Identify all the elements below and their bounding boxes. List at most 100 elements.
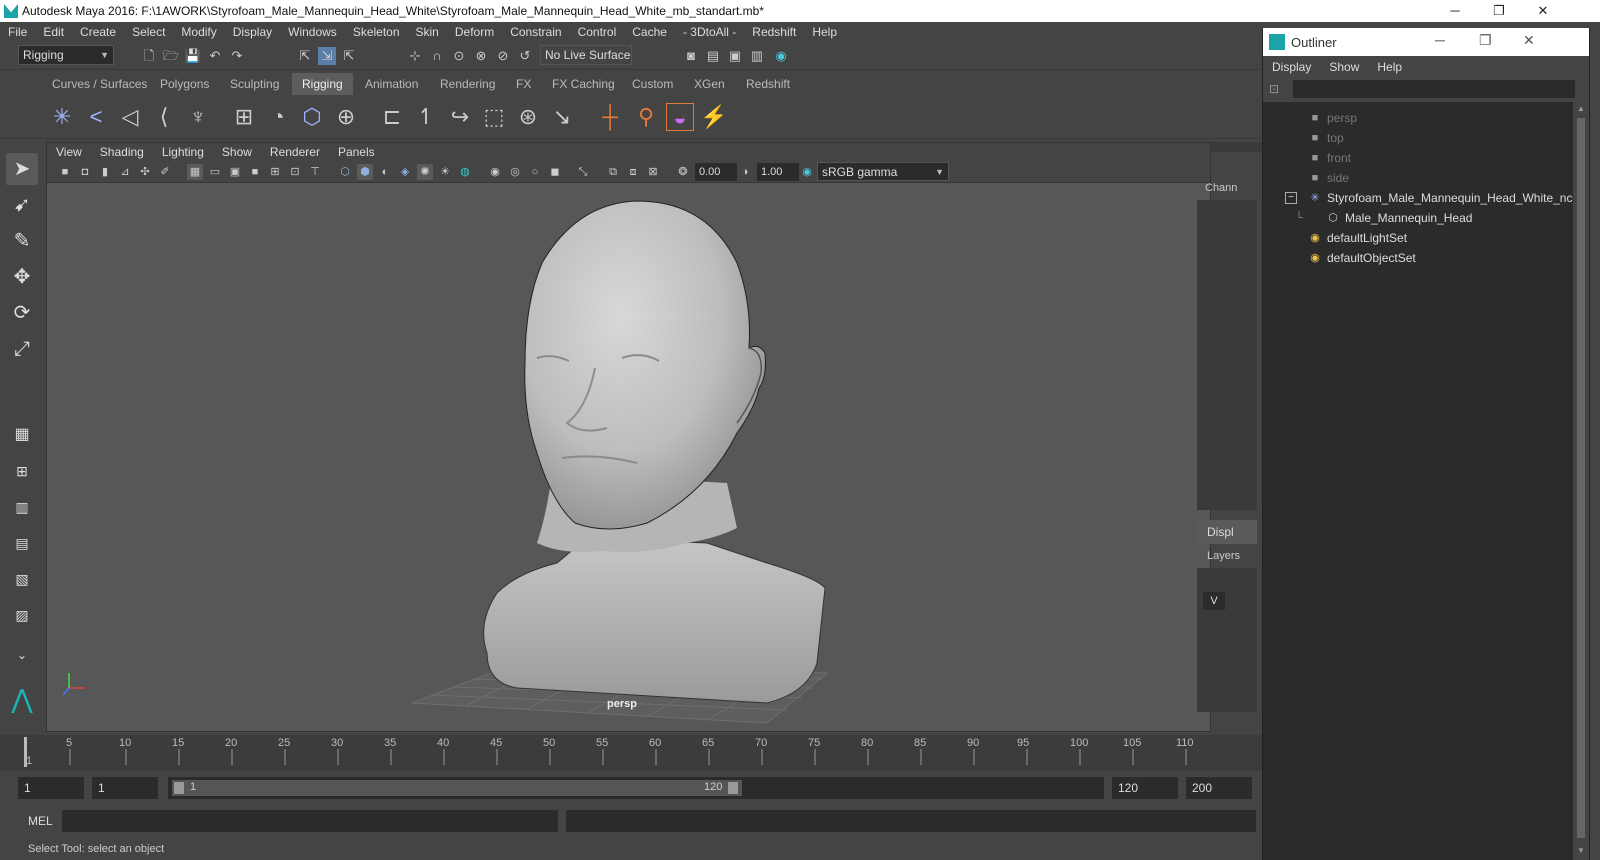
viewport-menu-panels[interactable]: Panels <box>329 145 384 159</box>
list-item[interactable]: └ ⬡ Male_Mannequin_Head <box>1263 208 1573 228</box>
move-tool-icon[interactable]: ✥ <box>6 261 38 293</box>
list-item[interactable]: ◉ defaultLightSet <box>1263 228 1573 248</box>
outliner-menu-show[interactable]: Show <box>1320 60 1368 74</box>
playback-start-field[interactable]: 1 <box>92 777 158 799</box>
wireframe-icon[interactable]: ⬡ <box>337 164 353 180</box>
joint-tool-icon[interactable]: ✳ <box>48 103 76 131</box>
close-button[interactable]: ✕ <box>1520 0 1566 22</box>
list-item[interactable]: − ✳ Styrofoam_Male_Mannequin_Head_White_… <box>1263 188 1573 208</box>
lasso-tool-icon[interactable]: ➹ <box>6 189 38 221</box>
tab-animation[interactable]: Animation <box>355 73 428 95</box>
isolate-select-icon[interactable]: ◉ <box>487 164 503 180</box>
open-scene-icon[interactable]: 🗁 <box>162 47 180 65</box>
new-scene-icon[interactable]: 🗋 <box>140 47 158 65</box>
scroll-down-icon[interactable]: ▼ <box>1577 846 1585 855</box>
grease-pencil-icon[interactable]: ✐ <box>157 164 173 180</box>
tab-polygons[interactable]: Polygons <box>150 73 219 95</box>
outliner-search-input[interactable] <box>1293 80 1575 98</box>
tab-sculpting[interactable]: Sculpting <box>220 73 289 95</box>
tab-fx-caching[interactable]: FX Caching <box>542 73 625 95</box>
snap-curve-icon[interactable]: ∩ <box>428 47 446 65</box>
restore-button[interactable]: ❐ <box>1476 0 1522 22</box>
depth-of-field-icon[interactable]: ⊠ <box>645 164 661 180</box>
mel-input[interactable] <box>62 810 558 832</box>
paint-weights-icon[interactable]: ◔ <box>264 103 292 131</box>
range-bar[interactable] <box>172 780 742 796</box>
scale-constraint-icon[interactable]: ⬚ <box>480 103 508 131</box>
layout-more-icon[interactable]: ⌄ <box>6 639 38 671</box>
menu-edit[interactable]: Edit <box>35 25 72 39</box>
xray-icon[interactable]: ◎ <box>507 164 523 180</box>
graph-layout-icon[interactable]: ▤ <box>6 527 38 559</box>
ik-handle-icon[interactable]: ⟨ <box>150 103 178 131</box>
viewport-panel[interactable]: View Shading Lighting Show Renderer Pane… <box>46 142 1211 732</box>
select-component-icon[interactable]: ⇱ <box>340 47 358 65</box>
range-track[interactable]: 1 120 <box>168 777 1104 799</box>
3dtoall-icon[interactable]: ◒ <box>666 103 694 131</box>
render-frame-icon[interactable]: ▤ <box>704 47 722 65</box>
snap-point-icon[interactable]: ⊙ <box>450 47 468 65</box>
mannequin-head-model[interactable] <box>483 200 826 704</box>
snap-grid-icon[interactable]: ⊹ <box>406 47 424 65</box>
minimize-button[interactable]: ─ <box>1435 32 1445 48</box>
gate-mask-icon[interactable]: ■ <box>247 164 263 180</box>
exposure-field[interactable]: 0.00 <box>695 163 737 181</box>
outliner-menu-display[interactable]: Display <box>1263 60 1320 74</box>
humanik-icon[interactable]: ♆ <box>184 103 212 131</box>
snap-live-icon[interactable]: ↺ <box>516 47 534 65</box>
select-hierarchy-icon[interactable]: ⇱ <box>296 47 314 65</box>
menu-skeleton[interactable]: Skeleton <box>345 25 408 39</box>
viewport-menu-lighting[interactable]: Lighting <box>153 145 213 159</box>
snap-view-icon[interactable]: ⊗ <box>472 47 490 65</box>
pole-vector-icon[interactable]: ↘ <box>548 103 576 131</box>
safe-title-icon[interactable]: ⊤ <box>307 164 323 180</box>
menu-select[interactable]: Select <box>124 25 173 39</box>
select-tool-icon[interactable]: ➤ <box>6 153 38 185</box>
field-chart-icon[interactable]: ⊞ <box>267 164 283 180</box>
tab-rendering[interactable]: Rendering <box>430 73 505 95</box>
parent-constraint-icon[interactable]: ⊛ <box>514 103 542 131</box>
viewport-menu-view[interactable]: View <box>47 145 91 159</box>
collapse-icon[interactable]: − <box>1285 192 1297 204</box>
tab-fx[interactable]: FX <box>506 73 541 95</box>
frame-selection-icon[interactable]: ⤡ <box>575 164 591 180</box>
camera-select-icon[interactable]: ■ <box>57 164 73 180</box>
paint-select-icon[interactable]: ✎ <box>6 225 38 257</box>
textured-icon[interactable]: ◈ <box>397 164 413 180</box>
hypershade-layout-icon[interactable]: ▧ <box>6 563 38 595</box>
locator-icon[interactable]: ⊏ <box>378 103 406 131</box>
search-options-icon[interactable]: ⊡ <box>1269 82 1279 96</box>
list-item[interactable]: ■ side <box>1263 168 1573 188</box>
scale-tool-icon[interactable]: ⤢ <box>6 333 38 365</box>
color-management-icon[interactable]: ◉ <box>799 164 815 180</box>
ambient-occlusion-icon[interactable]: ◍ <box>457 164 473 180</box>
menu-constrain[interactable]: Constrain <box>502 25 569 39</box>
shadows-icon[interactable]: ☀ <box>437 164 453 180</box>
menu-redshift[interactable]: Redshift <box>744 25 804 39</box>
lattice-icon[interactable]: ⬡ <box>298 103 326 131</box>
two-d-pan-icon[interactable]: ✣ <box>137 164 153 180</box>
menu-control[interactable]: Control <box>570 25 625 39</box>
scene-start-field[interactable]: 1 <box>18 777 84 799</box>
menu-set-dropdown[interactable]: Rigging ▼ <box>18 45 114 65</box>
film-gate-icon[interactable]: ▭ <box>207 164 223 180</box>
minimize-button[interactable]: ─ <box>1432 0 1478 22</box>
range-start-handle[interactable] <box>174 782 184 794</box>
redo-icon[interactable]: ↷ <box>228 47 246 65</box>
set-driven-key-icon[interactable]: ┼ <box>596 103 624 131</box>
menu-windows[interactable]: Windows <box>280 25 345 39</box>
smooth-shade-icon[interactable]: ⬢ <box>357 164 373 180</box>
range-end-handle[interactable] <box>728 782 738 794</box>
gamma-icon[interactable]: ◑ <box>737 164 753 180</box>
cluster-icon[interactable]: ⊕ <box>332 103 360 131</box>
image-plane-icon[interactable]: ⊿ <box>117 164 133 180</box>
list-item[interactable]: ◉ defaultObjectSet <box>1263 248 1573 268</box>
scene-end-field[interactable]: 200 <box>1186 777 1252 799</box>
menu-file[interactable]: File <box>0 25 35 39</box>
display-tab[interactable]: Displ <box>1197 520 1257 544</box>
time-slider[interactable]: 1 5 10 15 20 25 30 35 40 45 50 55 60 65 … <box>0 735 1262 771</box>
list-item[interactable]: ■ top <box>1263 128 1573 148</box>
save-scene-icon[interactable]: 💾 <box>184 47 202 65</box>
menu-help[interactable]: Help <box>804 25 845 39</box>
outliner-scrollbar[interactable]: ▲ ▼ <box>1573 102 1589 860</box>
